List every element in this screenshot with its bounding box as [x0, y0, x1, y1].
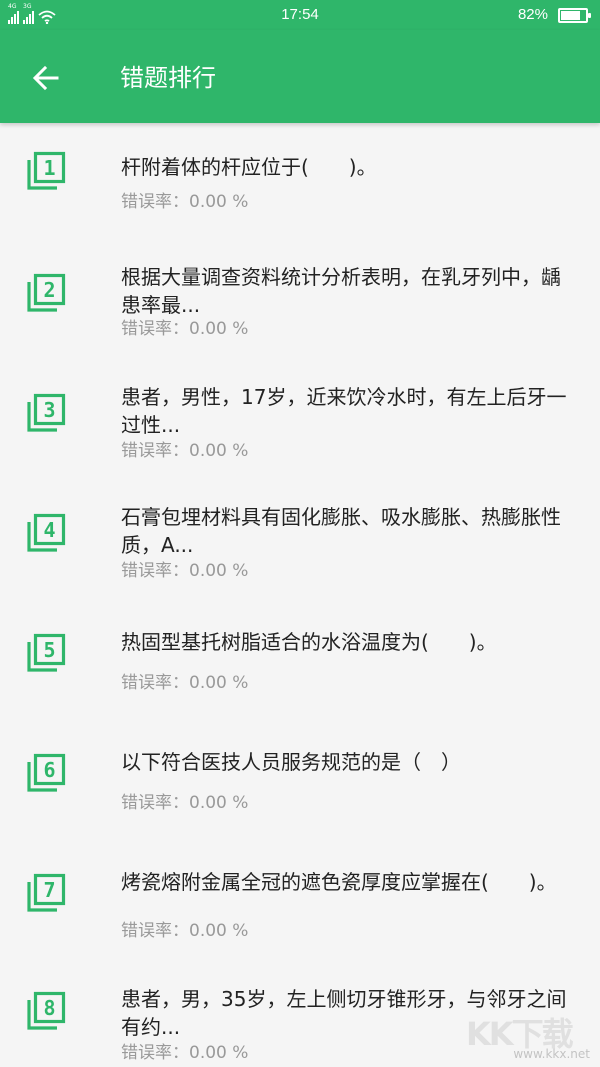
rank-number: 4	[43, 518, 55, 542]
rank-number: 6	[43, 758, 55, 782]
error-rate-value: 0.00 %	[189, 192, 249, 212]
error-rate-label: 错误率：	[121, 793, 189, 813]
error-rate-label: 错误率：	[121, 561, 189, 581]
clock: 17:54	[281, 6, 319, 23]
question-text: 热固型基托树脂适合的水浴温度为( )。	[121, 630, 497, 654]
error-rate-value: 0.00 %	[189, 441, 249, 461]
error-rate-value: 0.00 %	[189, 921, 249, 941]
list-item[interactable]: 6 以下符合医技人员服务规范的是（ ） 错误率：0.00 %	[0, 723, 600, 843]
question-text: 患者，男性，17岁，近来饮冷水时，有左上后牙一过性...	[121, 385, 567, 437]
question-text: 石膏包埋材料具有固化膨胀、吸水膨胀、热膨胀性质，A...	[121, 505, 561, 557]
rank-number: 1	[43, 156, 55, 180]
watermark-url: www.kkx.net	[513, 1047, 590, 1061]
error-rate-label: 错误率：	[121, 673, 189, 693]
rank-number: 8	[43, 996, 55, 1020]
rank-number: 3	[43, 398, 55, 422]
page-title: 错题排行	[120, 64, 216, 92]
error-rate-label: 错误率：	[121, 1043, 189, 1063]
rank-badge-icon: 3	[27, 393, 66, 432]
error-rate: 错误率：0.00 %	[121, 920, 248, 942]
status-bar: 4G 3G 17:54 82%	[0, 0, 600, 30]
rank-badge-icon: 2	[27, 273, 66, 312]
list-item[interactable]: 3 患者，男性，17岁，近来饮冷水时，有左上后牙一过性... 错误率：0.00 %	[0, 363, 600, 483]
error-rate-label: 错误率：	[121, 319, 189, 339]
error-rate: 错误率：0.00 %	[121, 191, 248, 213]
error-rate: 错误率：0.00 %	[121, 440, 248, 462]
list-item[interactable]: 7 烤瓷熔附金属全冠的遮色瓷厚度应掌握在( )。 错误率：0.00 %	[0, 843, 600, 963]
list-item[interactable]: 4 石膏包埋材料具有固化膨胀、吸水膨胀、热膨胀性质，A... 错误率：0.00 %	[0, 483, 600, 603]
error-rate: 错误率：0.00 %	[121, 1042, 248, 1064]
error-rate-value: 0.00 %	[189, 561, 249, 581]
battery-fill	[561, 10, 581, 20]
battery-status: 82%	[517, 5, 591, 25]
rank-badge-icon: 4	[27, 513, 66, 552]
arrow-left-icon	[32, 65, 59, 91]
error-rate: 错误率：0.00 %	[121, 560, 248, 582]
rank-badge-icon: 1	[27, 151, 66, 190]
list-item[interactable]: 5 热固型基托树脂适合的水浴温度为( )。 错误率：0.00 %	[0, 603, 600, 723]
battery-percent: 82%	[517, 6, 548, 23]
back-button[interactable]	[22, 58, 70, 98]
error-rate: 错误率：0.00 %	[121, 792, 248, 814]
watermark-logo: KK下载 www.kkx.net	[462, 1003, 592, 1065]
error-rate-value: 0.00 %	[189, 319, 249, 339]
rank-badge-icon: 6	[27, 753, 66, 792]
battery-icon	[558, 7, 591, 23]
error-rate-value: 0.00 %	[189, 673, 249, 693]
app-bar: 错题排行	[0, 30, 600, 123]
question-text: 以下符合医技人员服务规范的是（ ）	[121, 750, 461, 774]
error-rate-value: 0.00 %	[189, 1043, 249, 1063]
error-rate: 错误率：0.00 %	[121, 318, 248, 340]
rank-badge-icon: 5	[27, 633, 66, 672]
error-rate-value: 0.00 %	[189, 793, 249, 813]
question-text: 杆附着体的杆应位于( )。	[121, 155, 377, 179]
rank-badge-icon: 7	[27, 873, 66, 912]
question-text: 烤瓷熔附金属全冠的遮色瓷厚度应掌握在( )。	[121, 870, 557, 894]
list-item[interactable]: 1 杆附着体的杆应位于( )。 错误率：0.00 %	[0, 123, 600, 243]
error-rate-label: 错误率：	[121, 921, 189, 941]
rank-badge-icon: 8	[27, 991, 66, 1030]
error-rate-label: 错误率：	[121, 441, 189, 461]
rank-number: 7	[43, 878, 55, 902]
list-item[interactable]: 2 根据大量调查资料统计分析表明，在乳牙列中，龋患率最... 错误率：0.00 %	[0, 243, 600, 363]
question-text: 根据大量调查资料统计分析表明，在乳牙列中，龋患率最...	[121, 265, 561, 317]
error-rate: 错误率：0.00 %	[121, 672, 248, 694]
error-rate-label: 错误率：	[121, 192, 189, 212]
rank-number: 5	[43, 638, 55, 662]
rank-number: 2	[43, 278, 55, 302]
